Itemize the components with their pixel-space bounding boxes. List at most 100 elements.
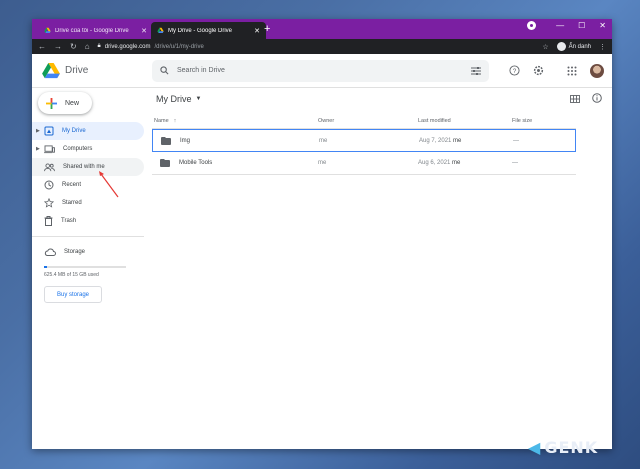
incognito-profile[interactable]: Ẩn danh [556, 42, 591, 51]
annotation-arrow-icon [99, 171, 119, 198]
expand-caret-icon[interactable]: ▶ [36, 128, 40, 134]
storage-usage-text: 625.4 MB of 15 GB used [44, 272, 99, 278]
incognito-label: Ẩn danh [568, 43, 591, 50]
sidebar-divider [32, 236, 144, 237]
bookmark-star-icon[interactable]: ☆ [542, 43, 548, 51]
main-toolbar: My Drive ▼ [152, 88, 612, 110]
column-name-label: Name [154, 118, 169, 124]
modified-date: Aug 7, 2021 [419, 137, 452, 144]
cloud-icon [44, 248, 56, 256]
folder-icon [161, 136, 171, 145]
column-last-modified[interactable]: Last modified [418, 118, 512, 124]
star-icon [44, 198, 54, 208]
tab-my-drive[interactable]: My Drive - Google Drive ✕ [151, 22, 266, 39]
watermark-text: GENK [544, 438, 599, 457]
watermark-logo: ◀ GENK [528, 438, 598, 457]
expand-caret-icon[interactable]: ▶ [36, 146, 40, 152]
grid-view-icon[interactable] [570, 90, 580, 108]
breadcrumb-label: My Drive [156, 94, 192, 104]
column-name[interactable]: Name ↑ [154, 118, 318, 124]
apps-grid-icon[interactable] [566, 65, 578, 77]
size-cell: — [512, 160, 518, 166]
new-button[interactable]: New [38, 92, 92, 114]
tab-drive-vi[interactable]: Drive của tôi - Google Drive ✕ [38, 22, 153, 39]
nav-list: ▶ My Drive ▶ Computers Shared with me Re… [32, 122, 152, 303]
chevron-down-icon: ▼ [195, 96, 202, 102]
svg-text:?: ? [512, 68, 516, 75]
address-bar: ← → ↻ ⌂ 🔒︎ drive.google.com/drive/u/1/my… [32, 39, 612, 54]
search-placeholder: Search in Drive [177, 67, 225, 74]
home-icon[interactable]: ⌂ [85, 42, 90, 51]
sidebar-item-recent[interactable]: Recent [32, 176, 144, 194]
table-row[interactable]: Mobile Tools me Aug 6, 2021 me — [152, 152, 576, 175]
tab-strip: Drive của tôi - Google Drive ✕ My Drive … [32, 19, 612, 39]
sidebar-item-label: Recent [62, 182, 82, 188]
modified-by: me [453, 137, 462, 144]
sidebar-item-starred[interactable]: Starred [32, 194, 144, 212]
minimize-icon[interactable]: — [556, 21, 564, 30]
plus-icon [46, 97, 57, 109]
search-input[interactable]: Search in Drive [152, 59, 489, 82]
back-icon[interactable]: ← [38, 42, 46, 51]
search-options-icon[interactable] [471, 66, 481, 75]
sidebar-item-storage[interactable]: Storage [32, 243, 144, 261]
table-header: Name ↑ Owner Last modified File size [152, 114, 576, 129]
trash-icon [44, 216, 53, 226]
column-file-size[interactable]: File size [512, 118, 576, 124]
storage-usage-fill [44, 266, 48, 268]
drive-favicon-icon [44, 27, 51, 34]
new-tab-icon[interactable]: + [264, 23, 270, 35]
drive-logo[interactable]: Drive [32, 62, 152, 79]
table-row[interactable]: Img me Aug 7, 2021 me — [152, 129, 576, 152]
settings-gear-icon[interactable] [532, 65, 544, 77]
info-icon[interactable] [592, 90, 602, 108]
incognito-indicator-icon[interactable] [527, 21, 537, 30]
sort-arrow-up-icon[interactable]: ↑ [174, 118, 177, 124]
sidebar-item-trash[interactable]: Trash [32, 212, 144, 230]
modified-date: Aug 6, 2021 [418, 160, 451, 166]
sidebar-item-label: Storage [64, 249, 86, 255]
forward-icon[interactable]: → [54, 42, 62, 51]
account-avatar[interactable] [590, 63, 604, 78]
modified-by: me [452, 160, 461, 166]
file-name: Mobile Tools [179, 160, 213, 166]
close-window-icon[interactable]: ✕ [599, 21, 606, 30]
view-tools [570, 90, 602, 108]
help-icon[interactable]: ? [508, 65, 520, 77]
close-tab-icon[interactable]: ✕ [254, 27, 260, 35]
modified-cell: Aug 7, 2021 me [419, 138, 513, 144]
url-field[interactable]: 🔒︎ drive.google.com/drive/u/1/my-drive [97, 41, 535, 52]
chevron-left-icon: ‹ [604, 431, 607, 440]
file-name-cell: Img [161, 136, 319, 145]
breadcrumb[interactable]: My Drive ▼ [156, 94, 201, 104]
main-content: My Drive ▼ Name ↑ Owner Last modified Fi… [152, 88, 612, 449]
sidebar-item-computers[interactable]: ▶ Computers [32, 140, 144, 158]
watermark-mark-icon: ◀ [528, 438, 542, 457]
sidebar-item-my-drive[interactable]: ▶ My Drive [32, 122, 144, 140]
folder-icon [160, 159, 170, 167]
drive-body: New ▶ My Drive ▶ Computers Shared with m… [32, 88, 612, 449]
column-owner[interactable]: Owner [318, 118, 418, 124]
tab-title: Drive của tôi - Google Drive [55, 27, 129, 34]
buy-storage-button[interactable]: Buy storage [44, 286, 102, 303]
sidebar-item-label: Trash [61, 218, 77, 224]
people-icon [44, 162, 55, 171]
clock-icon [44, 180, 54, 190]
url-path: /drive/u/1/my-drive [154, 43, 204, 50]
sidebar-item-shared-with-me[interactable]: Shared with me [32, 158, 144, 176]
storage-usage-bar [44, 266, 126, 268]
file-name-cell: Mobile Tools [160, 159, 318, 167]
reload-icon[interactable]: ↻ [70, 42, 77, 51]
drive-header: Drive Search in Drive ? [32, 54, 612, 88]
sidebar-item-label: Computers [63, 146, 93, 152]
browser-window: Drive của tôi - Google Drive ✕ My Drive … [32, 19, 612, 449]
maximize-icon[interactable]: ☐ [578, 21, 585, 30]
close-tab-icon[interactable]: ✕ [141, 27, 147, 35]
computer-icon [44, 144, 55, 153]
menu-kebab-icon[interactable]: ⋮ [599, 43, 606, 51]
window-controls: — ☐ ✕ [527, 21, 606, 30]
sidebar-item-label: Starred [62, 200, 82, 206]
file-name: Img [180, 137, 191, 144]
owner-cell: me [319, 137, 328, 144]
size-cell: — [513, 137, 519, 144]
